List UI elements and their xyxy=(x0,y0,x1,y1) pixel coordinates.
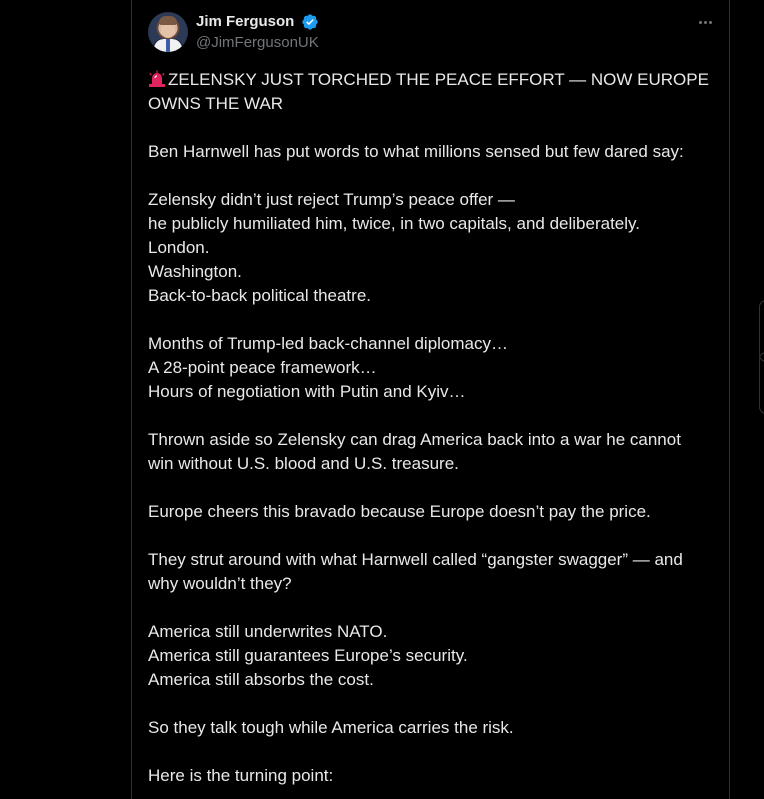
post-text-line: Washington. xyxy=(148,262,242,281)
post-header: Jim Ferguson @JimFergusonUK xyxy=(148,12,723,56)
post-text-line: They strut around with what Harnwell cal… xyxy=(148,550,683,569)
post-text: ZELENSKY JUST TORCHED THE PEACE EFFORT —… xyxy=(148,68,723,788)
verified-badge-icon xyxy=(302,14,318,30)
post: Jim Ferguson @JimFergusonUK ZELENSKY JUS… xyxy=(148,12,723,788)
post-text-line: Zelensky didn’t just reject Trump’s peac… xyxy=(148,190,515,209)
timeline-right-border xyxy=(729,0,730,799)
post-text-line: America still absorbs the cost. xyxy=(148,670,374,689)
post-text-line: Europe cheers this bravado because Europ… xyxy=(148,502,651,521)
post-headline-text: ZELENSKY JUST TORCHED THE PEACE EFFORT —… xyxy=(168,70,709,89)
post-text-line: why wouldn’t they? xyxy=(148,574,292,593)
author-display-name[interactable]: Jim Ferguson xyxy=(196,12,294,32)
post-text-line: Hours of negotiation with Putin and Kyiv… xyxy=(148,382,466,401)
more-options-icon[interactable] xyxy=(691,12,719,32)
post-headline-line: ZELENSKY JUST TORCHED THE PEACE EFFORT —… xyxy=(148,68,723,92)
post-text-line: A 28-point peace framework… xyxy=(148,358,377,377)
post-text-line: London. xyxy=(148,238,210,257)
post-text-line: Back-to-back political theatre. xyxy=(148,286,371,305)
post-headline-line: OWNS THE WAR xyxy=(148,94,284,113)
post-text-line: So they talk tough while America carries… xyxy=(148,718,514,737)
timeline-left-border xyxy=(131,0,132,799)
author-avatar[interactable] xyxy=(148,12,188,52)
post-text-line: Months of Trump-led back-channel diploma… xyxy=(148,334,508,353)
post-text-line: America still underwrites NATO. xyxy=(148,622,388,641)
post-text-line: win without U.S. blood and U.S. treasure… xyxy=(148,454,459,473)
post-text-line: Here is the turning point: xyxy=(148,766,334,785)
post-text-line: America still guarantees Europe’s securi… xyxy=(148,646,468,665)
post-text-line: Thrown aside so Zelensky can drag Americ… xyxy=(148,430,681,449)
post-text-line: he publicly humiliated him, twice, in tw… xyxy=(148,214,640,233)
post-text-line: Ben Harnwell has put words to what milli… xyxy=(148,142,684,161)
siren-icon xyxy=(149,70,165,87)
author-name-block: Jim Ferguson @JimFergusonUK xyxy=(196,12,319,53)
side-panel-edge xyxy=(759,352,764,414)
author-handle[interactable]: @JimFergusonUK xyxy=(196,33,319,53)
